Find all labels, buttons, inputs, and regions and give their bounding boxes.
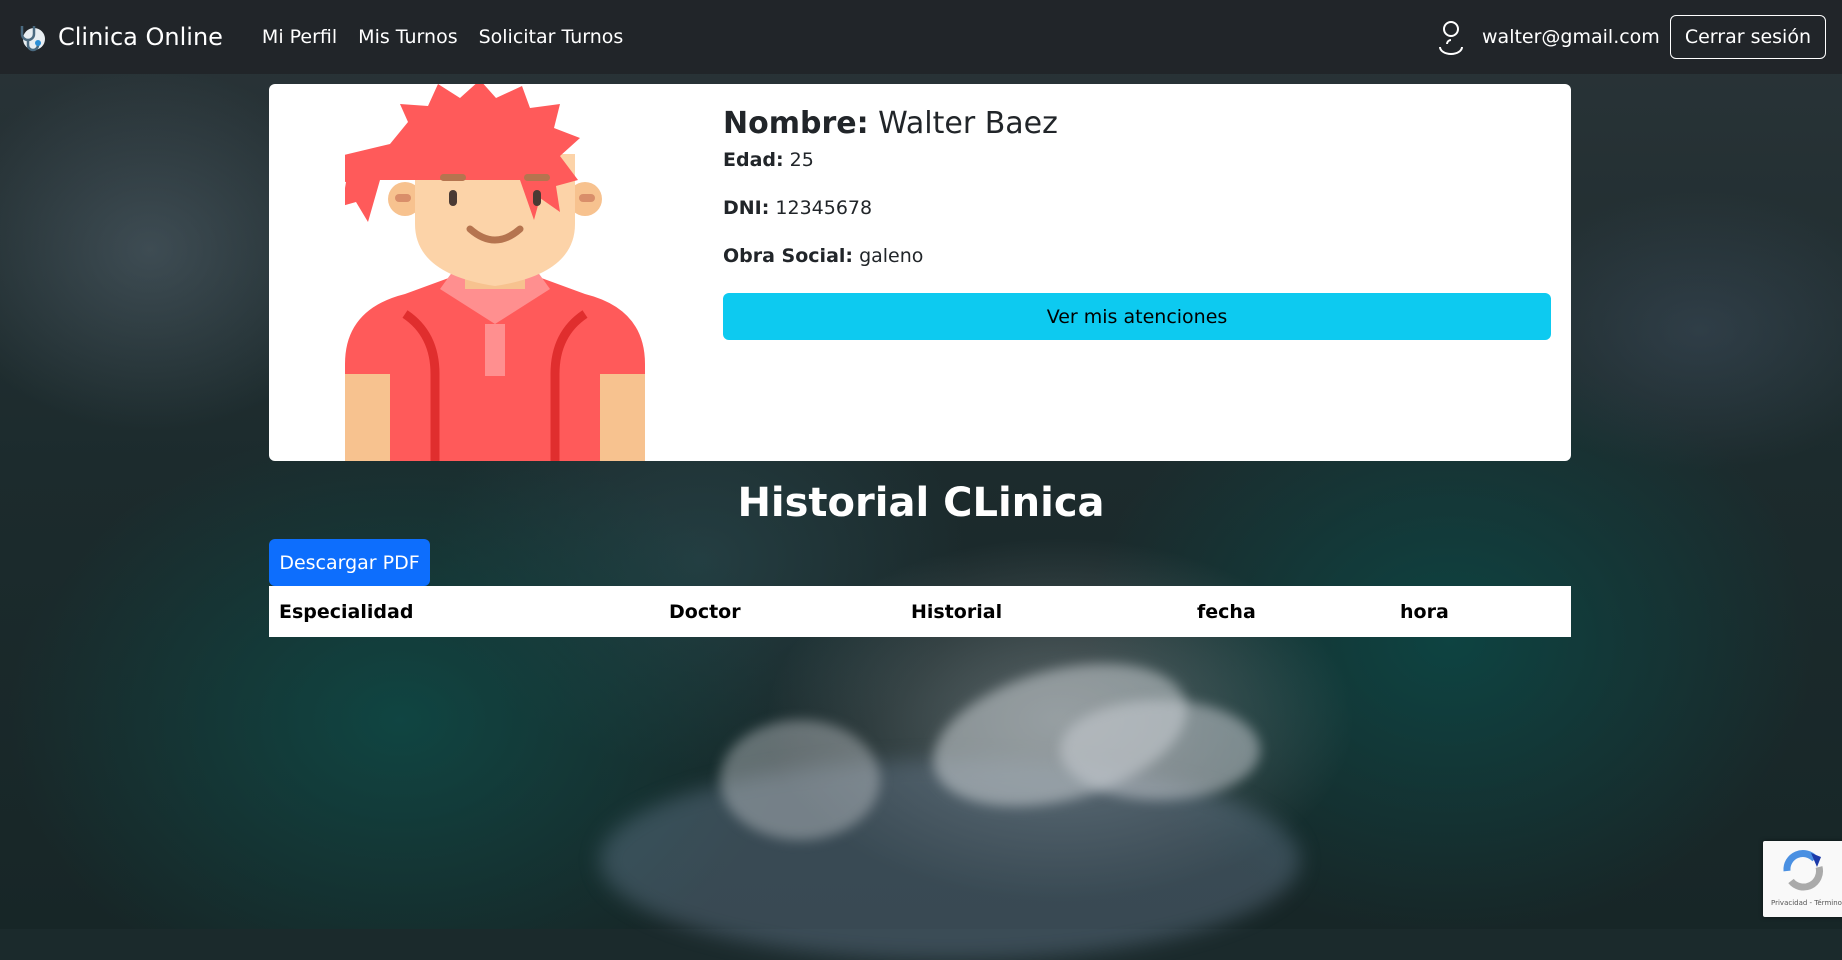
stethoscope-icon xyxy=(16,21,48,53)
profile-info: Nombre: Walter Baez Edad: 25 DNI: 123456… xyxy=(723,106,1551,340)
profile-obra-social: Obra Social: galeno xyxy=(723,245,1551,267)
obra-social-value: galeno xyxy=(859,245,924,267)
name-value: Walter Baez xyxy=(878,106,1058,141)
historial-table-header: Especialidad Doctor Historial fecha hora xyxy=(269,586,1571,637)
name-label: Nombre: xyxy=(723,106,869,141)
navbar: Clinica Online Mi Perfil Mis Turnos Soli… xyxy=(0,0,1842,74)
historial-title: Historial CLinica xyxy=(737,480,1105,526)
column-hora: hora xyxy=(1400,601,1449,623)
column-especialidad: Especialidad xyxy=(279,601,414,623)
brand-name: Clinica Online xyxy=(58,23,223,51)
nav-link-mi-perfil[interactable]: Mi Perfil xyxy=(262,26,337,48)
obra-social-label: Obra Social: xyxy=(723,245,854,267)
glove-shape xyxy=(1060,700,1260,800)
glove-shape xyxy=(720,720,880,840)
user-icon xyxy=(1436,19,1466,55)
profile-age: Edad: 25 xyxy=(723,149,1551,171)
avatar xyxy=(324,84,645,461)
dni-value: 12345678 xyxy=(775,197,873,219)
dni-label: DNI: xyxy=(723,197,770,219)
nav-user-area: walter@gmail.com Cerrar sesión xyxy=(1436,15,1826,59)
column-historial: Historial xyxy=(911,601,1003,623)
logout-button[interactable]: Cerrar sesión xyxy=(1669,15,1826,59)
nav-link-mis-turnos[interactable]: Mis Turnos xyxy=(358,26,457,48)
ver-atenciones-button[interactable]: Ver mis atenciones xyxy=(723,293,1551,340)
profile-card: Nombre: Walter Baez Edad: 25 DNI: 123456… xyxy=(269,84,1571,461)
profile-dni: DNI: 12345678 xyxy=(723,197,1551,219)
recaptcha-footer[interactable]: Privacidad - Términos xyxy=(1771,899,1842,907)
column-doctor: Doctor xyxy=(669,601,741,623)
profile-name: Nombre: Walter Baez xyxy=(723,106,1551,141)
column-fecha: fecha xyxy=(1197,601,1256,623)
recaptcha-badge[interactable]: Privacidad - Términos xyxy=(1763,841,1842,917)
nav-link-solicitar-turnos[interactable]: Solicitar Turnos xyxy=(479,26,624,48)
nav-links: Mi Perfil Mis Turnos Solicitar Turnos xyxy=(241,26,623,48)
user-email: walter@gmail.com xyxy=(1482,26,1660,48)
download-pdf-button[interactable]: Descargar PDF xyxy=(269,539,430,586)
age-label: Edad: xyxy=(723,149,784,171)
brand[interactable]: Clinica Online xyxy=(16,21,223,53)
recaptcha-icon xyxy=(1783,850,1823,891)
age-value: 25 xyxy=(789,149,814,171)
